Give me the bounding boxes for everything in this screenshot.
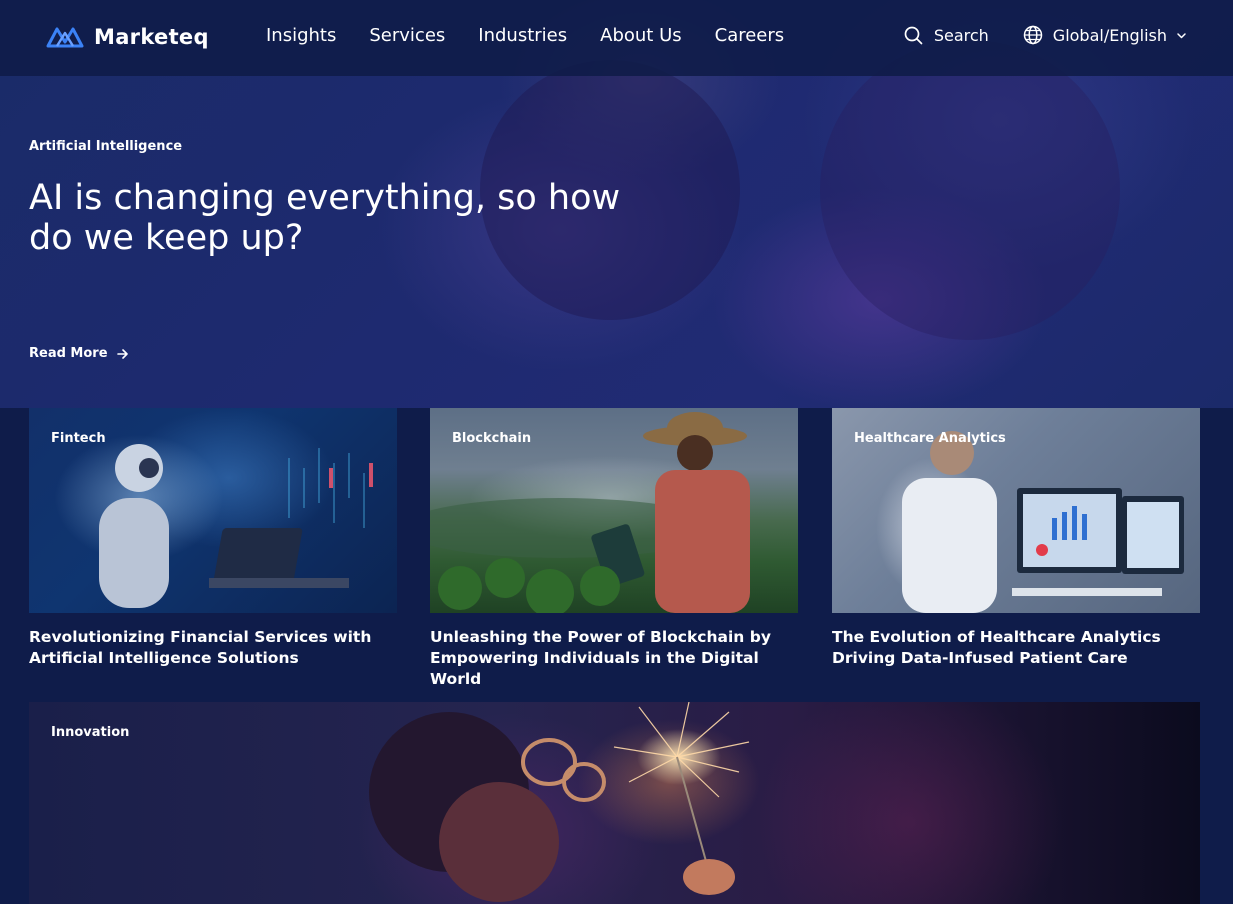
search-label: Search: [933, 25, 989, 45]
card-title[interactable]: Unleashing the Power of Blockchain by Em…: [430, 627, 798, 690]
card-title[interactable]: The Evolution of Healthcare Analytics Dr…: [832, 627, 1200, 669]
sparkler-person-illustration: [369, 702, 750, 902]
feature-card-innovation[interactable]: Innovation: [29, 702, 1200, 904]
hero-title[interactable]: AI is changing everything, so how do we …: [29, 178, 629, 258]
nav-item-insights[interactable]: Insights: [266, 25, 336, 46]
globe-icon: [1023, 25, 1043, 45]
chevron-down-icon: [1177, 32, 1186, 38]
article-card-blockchain[interactable]: Blockchain Unleashing the Power of Block…: [430, 408, 798, 690]
main-menu: Insights Services Industries About Us Ca…: [266, 25, 817, 46]
brand-name: Marketeq: [94, 25, 209, 49]
card-image-fintech: Fintech: [29, 408, 397, 613]
card-image-healthcare: Healthcare Analytics: [832, 408, 1200, 613]
brand-logo[interactable]: Marketeq: [46, 24, 209, 50]
read-more-label: Read More: [29, 346, 108, 361]
nav-item-about-us[interactable]: About Us: [600, 25, 682, 46]
card-category-tag: Fintech: [51, 431, 106, 446]
nav-utilities: Search Global/English: [904, 25, 1187, 45]
hero-category-tag: Artificial Intelligence: [29, 139, 183, 154]
nav-item-industries[interactable]: Industries: [478, 25, 567, 46]
arrow-right-icon: [116, 348, 128, 359]
hero-background-shape: [820, 40, 1120, 340]
card-category-tag: Healthcare Analytics: [854, 431, 1006, 446]
nav-item-careers[interactable]: Careers: [715, 25, 785, 46]
article-card-fintech[interactable]: Fintech Revolutionizing Financial Servic…: [29, 408, 397, 669]
card-title[interactable]: Revolutionizing Financial Services with …: [29, 627, 397, 669]
card-image-blockchain: Blockchain: [430, 408, 798, 613]
read-more-link[interactable]: Read More: [29, 346, 129, 361]
article-card-healthcare-analytics[interactable]: Healthcare Analytics The Evolution of He…: [832, 408, 1200, 669]
search-icon: [904, 26, 923, 44]
language-label: Global/English: [1052, 25, 1167, 45]
feature-category-tag: Innovation: [51, 725, 130, 740]
nav-item-services[interactable]: Services: [369, 25, 445, 46]
search-button[interactable]: Search: [904, 26, 989, 45]
language-selector[interactable]: Global/English: [1023, 25, 1187, 45]
marketeq-logo-icon: [46, 27, 84, 48]
card-category-tag: Blockchain: [452, 431, 532, 446]
top-navigation: Marketeq Insights Services Industries Ab…: [0, 0, 1233, 76]
